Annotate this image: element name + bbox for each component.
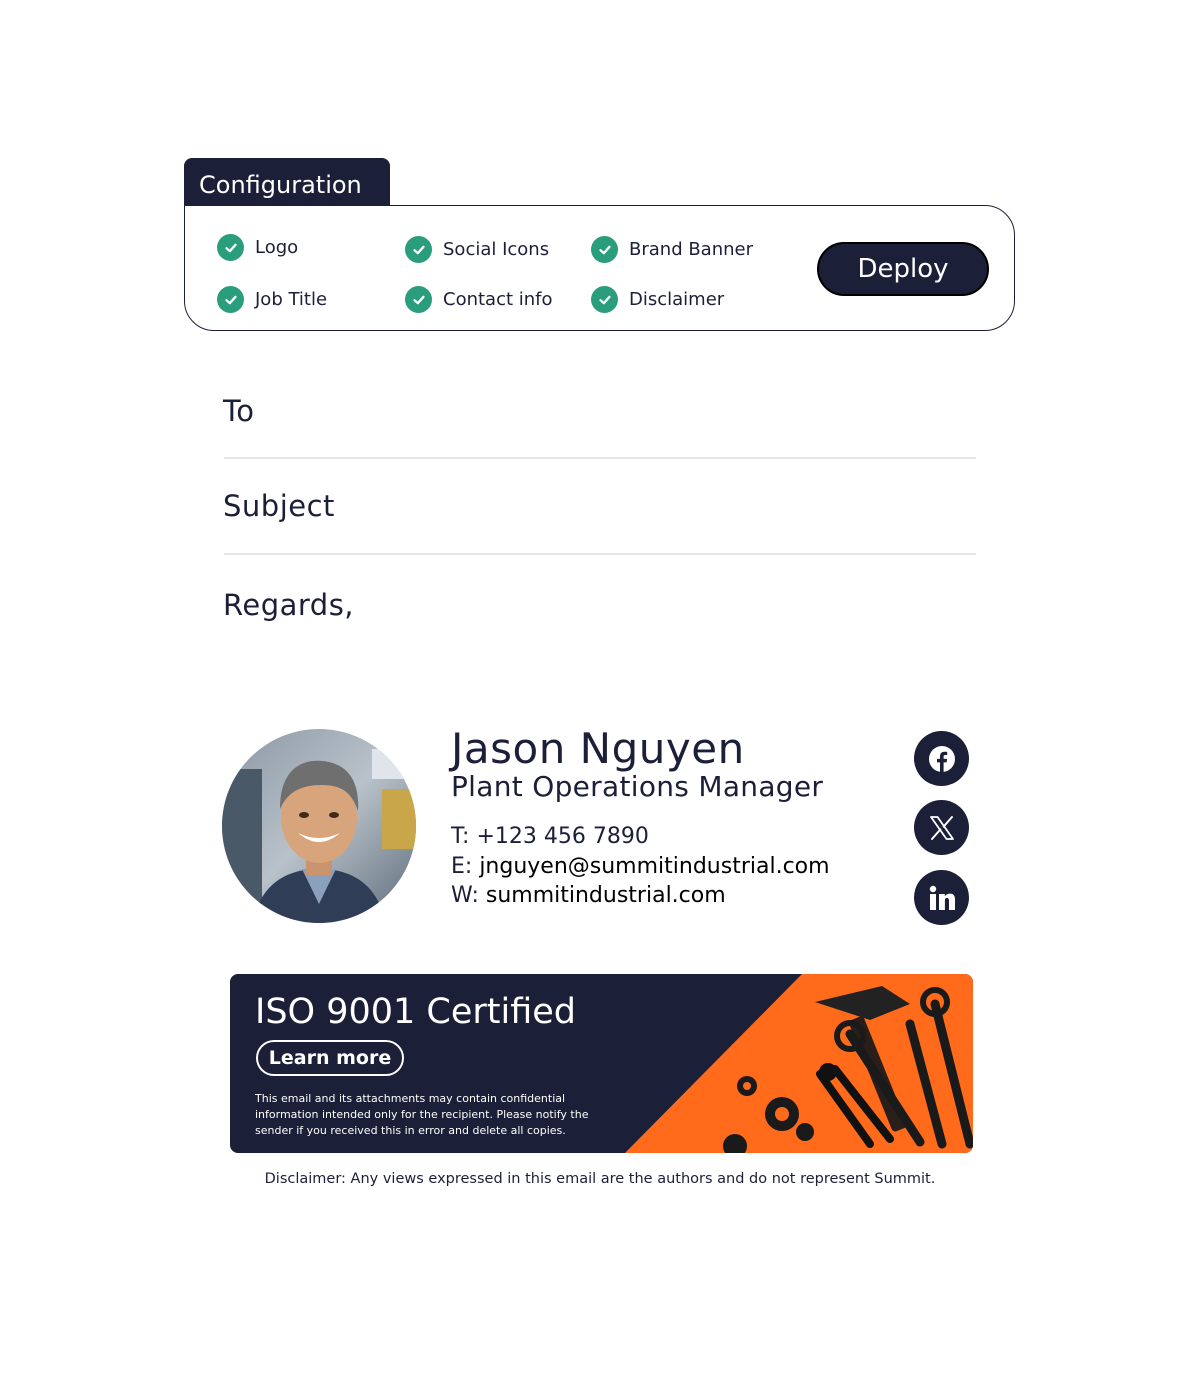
option-label: Disclaimer — [629, 289, 725, 310]
divider — [224, 457, 976, 459]
option-brand-banner[interactable]: Brand Banner — [591, 236, 753, 263]
brand-banner: ISO 9001 Certified Learn more This email… — [230, 974, 973, 1153]
banner-confidential-text: This email and its attachments may conta… — [255, 1092, 589, 1137]
website-link[interactable]: summitindustrial.com — [486, 883, 726, 908]
signature-phone: T: +123 456 7890 — [451, 824, 649, 849]
configuration-tab[interactable]: Configuration — [184, 158, 390, 208]
signature-website: W: summitindustrial.com — [451, 883, 726, 908]
to-field[interactable]: To — [223, 394, 255, 428]
x-twitter-icon[interactable] — [914, 800, 969, 855]
option-label: Contact info — [443, 289, 553, 310]
disclaimer-text: Disclaimer: Any views expressed in this … — [264, 1171, 936, 1187]
subject-field[interactable]: Subject — [223, 489, 335, 523]
option-job-title[interactable]: Job Title — [217, 286, 327, 313]
divider — [224, 553, 976, 555]
check-icon — [217, 234, 244, 261]
facebook-icon[interactable] — [914, 731, 969, 786]
banner-title: ISO 9001 Certified — [255, 992, 577, 1032]
option-logo[interactable]: Logo — [217, 234, 298, 261]
option-label: Logo — [255, 237, 299, 258]
option-label: Social Icons — [443, 239, 550, 260]
email-link[interactable]: jnguyen@summitindustrial.com — [479, 854, 829, 879]
deploy-button[interactable]: Deploy — [817, 242, 989, 296]
option-label: Job Title — [255, 289, 328, 310]
configuration-panel: Logo Social Icons Brand Banner Job Title… — [184, 205, 1015, 331]
check-icon — [591, 236, 618, 263]
check-icon — [405, 286, 432, 313]
phone-value: +123 456 7890 — [476, 824, 649, 849]
signature-email: E: jnguyen@summitindustrial.com — [451, 854, 830, 879]
avatar — [222, 729, 416, 923]
check-icon — [591, 286, 618, 313]
signature-name: Jason Nguyen — [451, 724, 745, 773]
option-contact-info[interactable]: Contact info — [405, 286, 553, 313]
option-social-icons[interactable]: Social Icons — [405, 236, 549, 263]
option-label: Brand Banner — [629, 239, 754, 260]
option-disclaimer[interactable]: Disclaimer — [591, 286, 724, 313]
signature-job-title: Plant Operations Manager — [451, 770, 824, 803]
check-icon — [405, 236, 432, 263]
learn-more-button[interactable]: Learn more — [256, 1040, 404, 1076]
check-icon — [217, 286, 244, 313]
linkedin-icon[interactable] — [914, 870, 969, 925]
email-body[interactable]: Regards, — [223, 588, 354, 622]
